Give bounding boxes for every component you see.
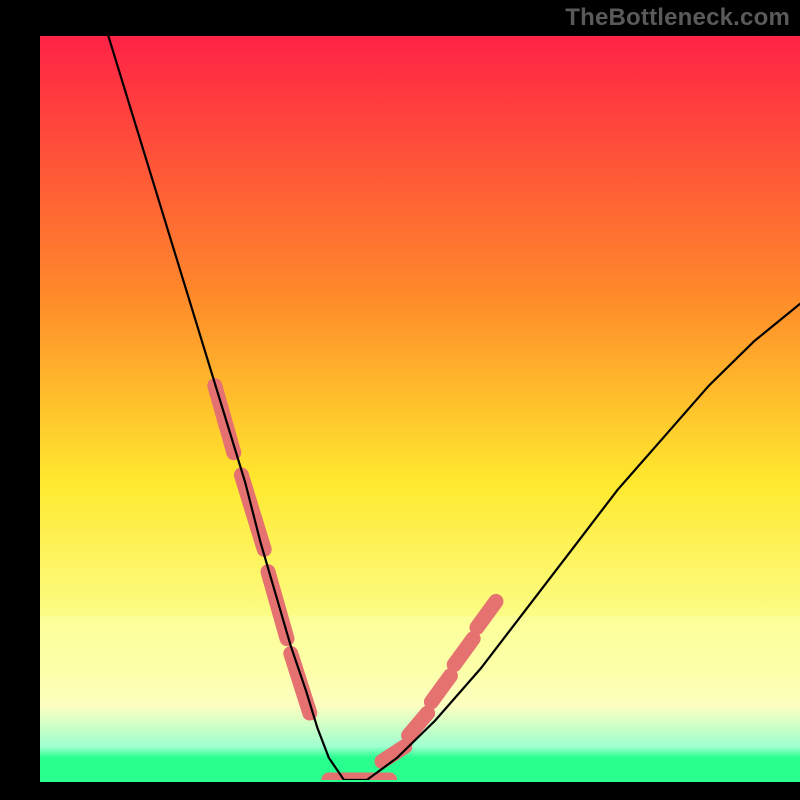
green-baseline [40,758,800,782]
watermark-text: TheBottleneck.com [565,4,790,32]
pale-band [40,616,800,676]
chart-stage: TheBottleneck.com [0,0,800,800]
bottleneck-chart [0,0,800,800]
